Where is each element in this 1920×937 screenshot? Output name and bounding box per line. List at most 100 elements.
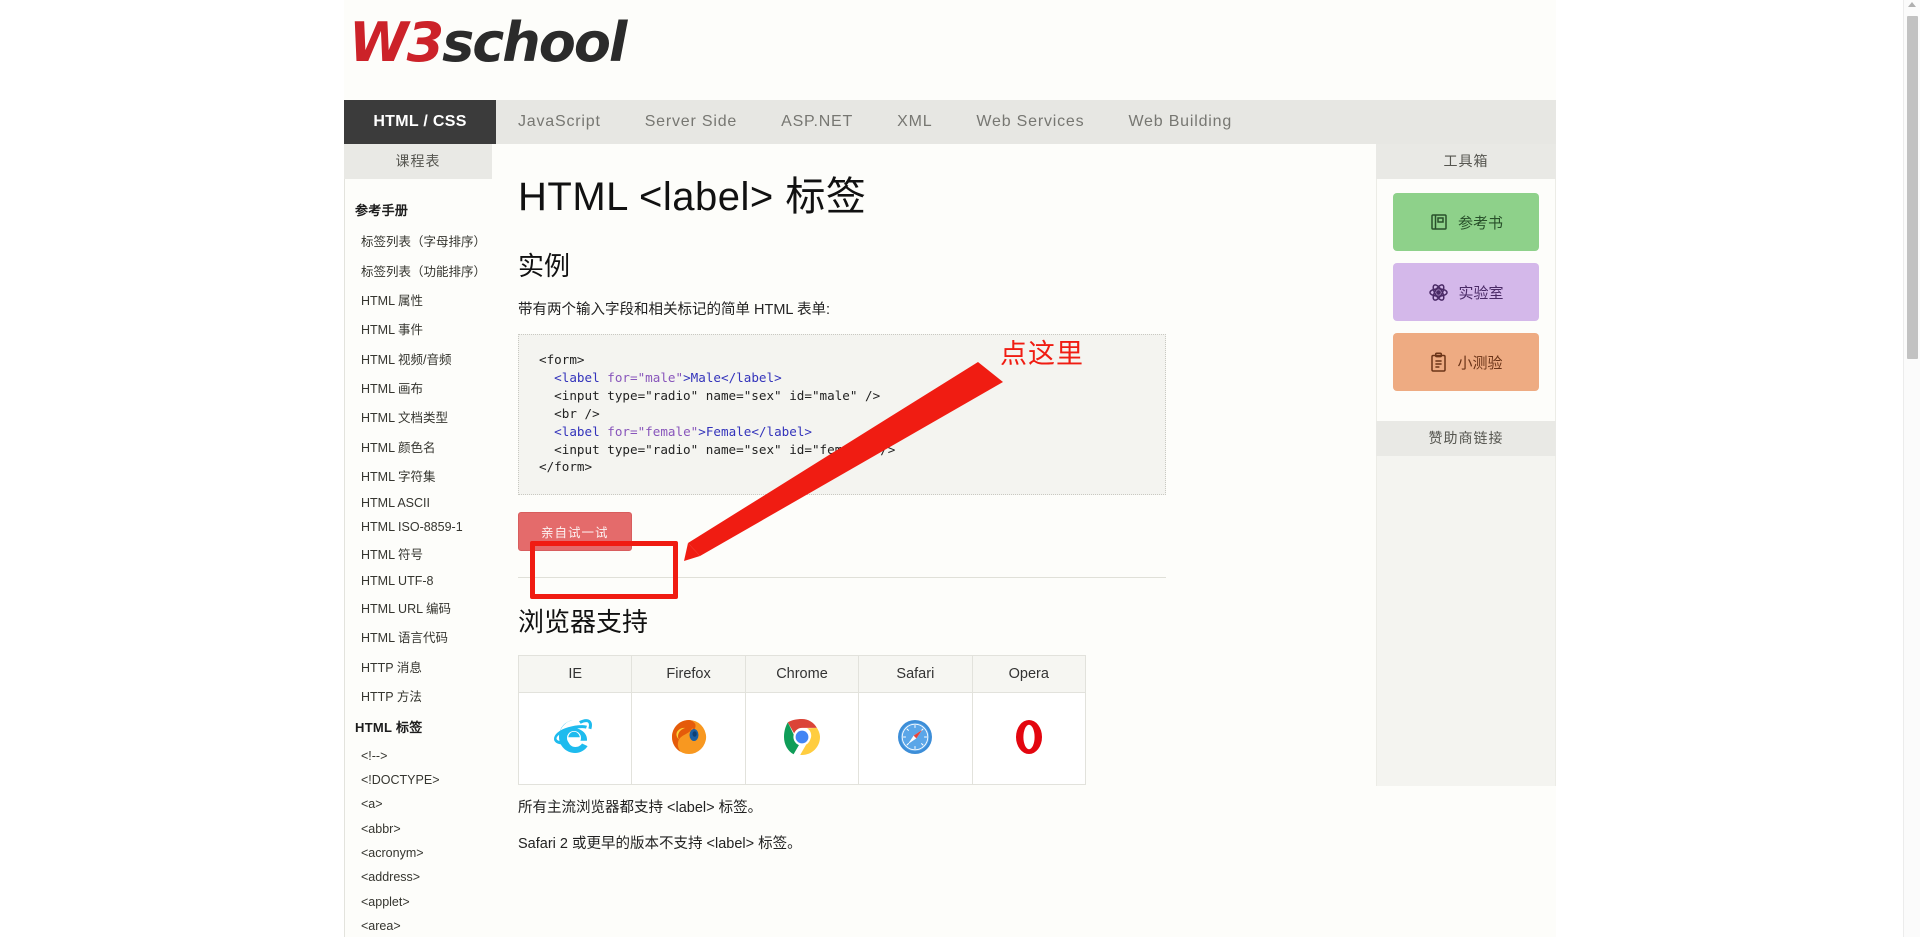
code-segment: <br /> bbox=[539, 405, 600, 421]
browser-column-ie: IE bbox=[517, 655, 633, 694]
sidebar-item-6[interactable]: HTML 文档类型 bbox=[351, 402, 492, 431]
opera-icon bbox=[1004, 711, 1054, 761]
code-segment: <input type="radio" name="sex" id="femal… bbox=[539, 441, 896, 457]
sidebar-tag-item-0[interactable]: <!--> bbox=[351, 743, 492, 767]
code-segment: for="male" bbox=[607, 370, 684, 386]
browser-support-heading: 浏览器支持 bbox=[518, 607, 649, 638]
nav-tab-4[interactable]: XML bbox=[875, 100, 954, 144]
sidebar-tag-item-4[interactable]: <acronym> bbox=[351, 841, 492, 865]
main-content: HTML <label> 标签 实例 带有两个输入字段和相关标记的简单 HTML… bbox=[492, 144, 1192, 868]
browser-cell-chrome bbox=[744, 692, 860, 786]
browser-table-icon-row bbox=[517, 692, 1087, 786]
nav-tab-label: Web Building bbox=[1128, 113, 1233, 130]
sidebar-item-1[interactable]: 标签列表（功能排序） bbox=[351, 255, 492, 284]
code-segment: <label bbox=[554, 423, 608, 439]
w3school-logo[interactable]: W3school bbox=[349, 16, 627, 70]
toolbox-header: 工具箱 bbox=[1376, 144, 1556, 179]
sidebar-item-9[interactable]: HTML ASCII bbox=[351, 490, 492, 514]
toolbox-button-reference[interactable]: 参考书 bbox=[1393, 193, 1539, 251]
toolbox-button-lab[interactable]: 实验室 bbox=[1393, 263, 1539, 321]
nav-list: HTML / CSS JavaScript Server Side ASP.NET XM… bbox=[344, 100, 1556, 144]
nav-tab-5[interactable]: Web Services bbox=[954, 100, 1106, 144]
code-segment: <form> bbox=[539, 352, 585, 368]
toolbox-button-quiz[interactable]: 小测验 bbox=[1393, 333, 1539, 391]
right-gutter bbox=[1556, 0, 1920, 937]
code-block: <form> <label for="male">Male</label> <i… bbox=[539, 351, 1145, 476]
example-heading: 实例 bbox=[518, 251, 571, 281]
sidebar-item-0[interactable]: 标签列表（字母排序） bbox=[351, 226, 492, 255]
page-scrollbar[interactable] bbox=[1903, 0, 1920, 937]
nav-tab-label: Server Side bbox=[644, 113, 738, 130]
example-description: 带有两个输入字段和相关标记的简单 HTML 表单: bbox=[518, 302, 831, 318]
chrome-icon bbox=[777, 711, 827, 761]
sponsor-links-area bbox=[1376, 456, 1556, 786]
sidebar-group-tags-title: HTML 标签 bbox=[355, 720, 423, 736]
sidebar-item-4[interactable]: HTML 视频/音频 bbox=[351, 344, 492, 373]
code-segment: for="female" bbox=[607, 423, 699, 439]
sidebar-item-10[interactable]: HTML ISO-8859-1 bbox=[351, 515, 492, 539]
sidebar-tag-item-5[interactable]: <address> bbox=[351, 865, 492, 889]
sidebar-group-tags-items: <!--> <!DOCTYPE> <a> <abbr> <acronym> <addres… bbox=[351, 743, 492, 937]
sidebar-item-14[interactable]: HTML 语言代码 bbox=[351, 622, 492, 651]
toolbox-button-quiz-label: 小测验 bbox=[1457, 354, 1503, 372]
nav-tab-2[interactable]: Server Side bbox=[623, 100, 759, 144]
sidebar-item-8[interactable]: HTML 字符集 bbox=[351, 461, 492, 490]
sidebar-list: 参考手册 标签列表（字母排序） 标签列表（功能排序） HTML 属性 HTML 事件 H… bbox=[344, 179, 492, 937]
nav-tab-1[interactable]: JavaScript bbox=[496, 100, 623, 144]
content-divider bbox=[518, 577, 1166, 579]
browser-cell-safari bbox=[858, 692, 973, 786]
internet-explorer-icon bbox=[550, 711, 600, 761]
sidebar-item-16[interactable]: HTTP 方法 bbox=[351, 681, 492, 710]
nav-tab-label: HTML / CSS bbox=[373, 113, 467, 130]
try-it-yourself-button[interactable]: 亲自试一试 bbox=[518, 512, 632, 552]
sidebar-item-7[interactable]: HTML 颜色名 bbox=[351, 432, 492, 461]
sidebar-item-11[interactable]: HTML 符号 bbox=[351, 539, 492, 568]
support-note-2: Safari 2 或更早的版本不支持 <label> 标签。 bbox=[518, 835, 802, 852]
sidebar-item-5[interactable]: HTML 画布 bbox=[351, 373, 492, 402]
sidebar-item-2[interactable]: HTML 属性 bbox=[351, 285, 492, 314]
sidebar-tag-item-6[interactable]: <applet> bbox=[351, 890, 492, 914]
sidebar-item-3[interactable]: HTML 事件 bbox=[351, 314, 492, 343]
main-navigation: HTML / CSS JavaScript Server Side ASP.NET XM… bbox=[344, 100, 1556, 144]
nav-tab-label: JavaScript bbox=[518, 113, 601, 130]
content-columns: 课程表 参考手册 标签列表（字母排序） 标签列表（功能排序） HTML 属性 HTML… bbox=[344, 144, 1556, 937]
nav-tab-0[interactable]: HTML / CSS bbox=[344, 100, 496, 144]
nav-tab-3[interactable]: ASP.NET bbox=[759, 100, 875, 144]
book-icon bbox=[1429, 212, 1449, 232]
atom-icon bbox=[1428, 282, 1449, 303]
sidebar-item-13[interactable]: HTML URL 编码 bbox=[351, 593, 492, 622]
nav-tab-6[interactable]: Web Building bbox=[1106, 100, 1254, 144]
toolbox-panel: 参考书 实验室 小测验 bbox=[1376, 179, 1556, 421]
logo-w3-text: W3 bbox=[349, 11, 444, 74]
sponsor-links-header: 赞助商链接 bbox=[1376, 421, 1556, 456]
sidebar-tag-item-1[interactable]: <!DOCTYPE> bbox=[351, 768, 492, 792]
nav-tab-label: ASP.NET bbox=[781, 113, 854, 130]
browser-page: W3school HTML / CSS JavaScript Server Side… bbox=[0, 0, 1920, 937]
safari-icon bbox=[890, 711, 940, 761]
browser-column-opera: Opera bbox=[971, 655, 1087, 694]
toolbox-button-lab-label: 实验室 bbox=[1458, 284, 1504, 302]
sidebar-tag-item-2[interactable]: <a> bbox=[351, 792, 492, 816]
scrollbar-thumb[interactable] bbox=[1907, 16, 1918, 359]
logo-school-text: school bbox=[442, 11, 627, 74]
browser-cell-opera bbox=[971, 692, 1087, 786]
page-title: HTML <label> 标签 bbox=[518, 175, 867, 219]
sidebar-header: 课程表 bbox=[344, 144, 492, 179]
browser-column-safari: Safari bbox=[858, 655, 973, 694]
code-segment: >Female</label> bbox=[698, 423, 812, 439]
sidebar-item-15[interactable]: HTTP 消息 bbox=[351, 652, 492, 681]
sidebar-tag-item-7[interactable]: <area> bbox=[351, 914, 492, 937]
browser-cell-firefox bbox=[631, 692, 746, 786]
browser-column-firefox: Firefox bbox=[631, 655, 746, 694]
site-container: W3school HTML / CSS JavaScript Server Side… bbox=[344, 0, 1556, 937]
code-segment: <label bbox=[554, 370, 608, 386]
nav-tab-label: XML bbox=[897, 113, 933, 130]
browser-cell-ie bbox=[517, 692, 633, 786]
scroll-up-arrow-icon[interactable] bbox=[1908, 2, 1916, 7]
left-sidebar: 课程表 参考手册 标签列表（字母排序） 标签列表（功能排序） HTML 属性 HTML… bbox=[344, 144, 492, 937]
browser-column-chrome: Chrome bbox=[744, 655, 860, 694]
sidebar-tag-item-3[interactable]: <abbr> bbox=[351, 817, 492, 841]
sidebar-item-12[interactable]: HTML UTF-8 bbox=[351, 569, 492, 593]
